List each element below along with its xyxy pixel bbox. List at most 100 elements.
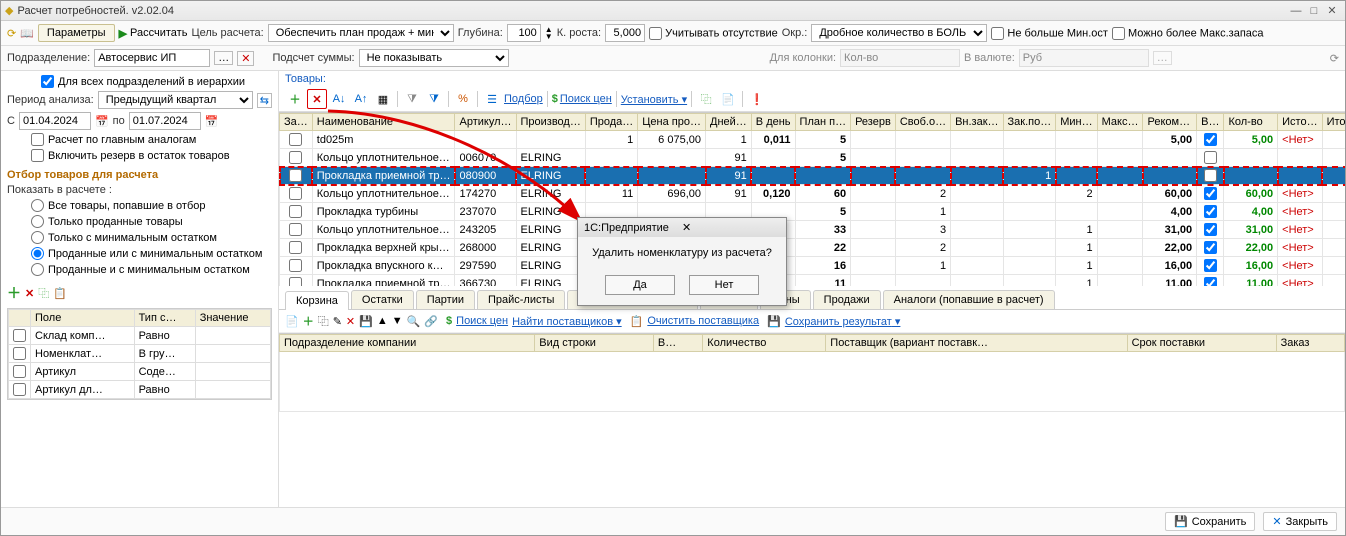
b-clear-supplier[interactable]: Очистить поставщика (647, 315, 759, 327)
calculate-button[interactable]: ▶ Рассчитать (119, 27, 188, 40)
grid-row[interactable]: Прокладка турбины237070ELRING514,004,00<… (280, 203, 1346, 221)
b-chain-icon[interactable]: 🔗 (424, 315, 438, 328)
install-dropdown[interactable]: Установить ▾ (621, 93, 687, 106)
grid-header[interactable]: Резерв (851, 114, 896, 131)
grid-header[interactable]: В день (751, 114, 795, 131)
tab-1[interactable]: Остатки (351, 290, 414, 309)
grid-header[interactable]: В… (1197, 114, 1224, 131)
depth-stepper[interactable]: ▲▼ (545, 26, 553, 40)
grid-header[interactable]: Артикул… (455, 114, 516, 131)
cart-header[interactable]: Вид строки (535, 335, 654, 352)
round-select[interactable]: Дробное количество в БОЛЬШУ (811, 24, 987, 42)
b-edit-icon[interactable]: ✎ (333, 315, 342, 328)
grid-header[interactable]: Производ… (516, 114, 585, 131)
close-button[interactable]: ✕ (1323, 4, 1341, 17)
b-save-icon[interactable]: 💾 (359, 315, 373, 328)
action-icon[interactable]: ⟳ (7, 27, 16, 40)
grid-header[interactable]: Кол-во (1224, 114, 1278, 131)
grid-header[interactable]: За… (280, 114, 313, 131)
filter-off-icon[interactable]: ⧩ (402, 89, 422, 109)
dialog-close-icon[interactable]: ✕ (682, 221, 780, 234)
goods-grid[interactable]: За…НаименованиеАртикул…Производ…Прода…Це… (279, 112, 1345, 286)
cart-header[interactable]: В… (653, 335, 702, 352)
radio-sold-and-min[interactable] (31, 263, 44, 276)
grid-row[interactable]: Прокладка приемной тр…366730ELRING11111,… (280, 275, 1346, 287)
cart-grid[interactable]: Подразделение компанииВид строкиВ…Количе… (279, 333, 1345, 507)
percent-icon[interactable]: % (453, 89, 473, 109)
b-add-icon[interactable]: ＋ (303, 313, 314, 329)
cart-header[interactable]: Подразделение компании (280, 335, 535, 352)
refresh-icon[interactable]: ⟳ (1330, 52, 1339, 65)
filter-row-check[interactable] (9, 345, 31, 363)
nomoremin-checkbox[interactable]: Не больше Мин.ост (991, 27, 1108, 40)
depth-input[interactable] (507, 24, 541, 42)
date-from-input[interactable] (19, 112, 91, 130)
radio-sold-or-min[interactable] (31, 247, 44, 260)
filter-on-icon[interactable]: ⧩ (424, 89, 444, 109)
grid-header[interactable]: Мин… (1056, 114, 1097, 131)
grid-row[interactable]: Кольцо уплотнительное…006070ELRING915 (280, 149, 1346, 167)
cart-header[interactable]: Заказ (1276, 335, 1344, 352)
list-icon[interactable]: ☰ (482, 89, 502, 109)
add-row-icon[interactable]: ＋ (285, 89, 305, 109)
unit-picker-button[interactable]: … (214, 51, 233, 65)
grid-header[interactable]: Вн.зак… (951, 114, 1003, 131)
filter-copy-icon[interactable]: ⿻ (38, 285, 49, 301)
b-new-icon[interactable]: 📄 (285, 315, 299, 328)
unit-clear-button[interactable]: ✕ (237, 51, 254, 66)
filter-field[interactable]: Артикул дл… (31, 381, 135, 399)
cart-header[interactable]: Количество (703, 335, 826, 352)
b-del-icon[interactable]: ✕ (346, 315, 355, 328)
grid-header[interactable]: Наименование (312, 114, 455, 131)
filter-field[interactable]: Артикул (31, 363, 135, 381)
dialog-yes-button[interactable]: Да (605, 275, 675, 295)
growth-input[interactable] (605, 24, 645, 42)
filter-value[interactable] (195, 327, 270, 345)
goal-select[interactable]: Обеспечить план продаж + мин.о (268, 24, 454, 42)
delete-row-icon[interactable]: ✕ (307, 89, 327, 109)
tab-7[interactable]: Продажи (813, 290, 881, 309)
unit-input[interactable] (94, 49, 210, 67)
date-to-input[interactable] (129, 112, 201, 130)
close-footer-button[interactable]: ✕ Закрыть (1263, 512, 1337, 531)
filter-add-icon[interactable]: ＋ (7, 283, 21, 303)
main-analog-checkbox[interactable] (31, 133, 44, 146)
filter-type[interactable]: Равно (134, 381, 195, 399)
filter-type[interactable]: В гру… (134, 345, 195, 363)
grid-header[interactable]: Дней… (706, 114, 752, 131)
grid-header[interactable]: Исто… (1278, 114, 1322, 131)
tab-8[interactable]: Аналоги (попавшие в расчет) (883, 290, 1055, 309)
grid-row[interactable]: Прокладка верхней кры…268000ELRING222122… (280, 239, 1346, 257)
filter-row-check[interactable] (9, 327, 31, 345)
dialog-no-button[interactable]: Нет (689, 275, 759, 295)
grid-header[interactable]: Макс… (1097, 114, 1143, 131)
date-to-picker-icon[interactable]: 📅 (205, 115, 219, 128)
filter-delete-icon[interactable]: ✕ (25, 287, 34, 300)
cart-header[interactable]: Поставщик (вариант поставк… (826, 335, 1127, 352)
params-button[interactable]: Параметры (38, 24, 115, 42)
grid-row[interactable]: td025m16 075,0010,01155,005,00<Нет>5 (280, 131, 1346, 149)
columns-icon[interactable]: ▦ (373, 89, 393, 109)
filter-row-check[interactable] (9, 381, 31, 399)
export-icon[interactable]: 📄 (718, 89, 738, 109)
moremax-checkbox[interactable]: Можно более Макс.запаса (1112, 27, 1264, 40)
save-button[interactable]: 💾 Сохранить (1165, 512, 1255, 531)
filter-value[interactable] (195, 381, 270, 399)
b-find-suppliers[interactable]: Найти поставщиков ▾ (512, 315, 622, 328)
include-reserve-checkbox[interactable] (31, 149, 44, 162)
filter-value[interactable] (195, 345, 270, 363)
cart-header[interactable]: Срок поставки (1127, 335, 1276, 352)
grid-header[interactable]: План п… (795, 114, 851, 131)
b-find-icon[interactable]: 🔍 (407, 315, 421, 328)
filter-row-check[interactable] (9, 363, 31, 381)
b-down-icon[interactable]: ▼ (392, 315, 403, 327)
filter-paste-icon[interactable]: 📋 (53, 287, 67, 300)
radio-sold[interactable] (31, 215, 44, 228)
grid-header[interactable]: Зак.по… (1003, 114, 1056, 131)
date-from-picker-icon[interactable]: 📅 (95, 115, 109, 128)
b-up-icon[interactable]: ▲ (377, 315, 388, 327)
tab-3[interactable]: Прайс-листы (477, 290, 565, 309)
tab-2[interactable]: Партии (416, 290, 475, 309)
sort-za-icon[interactable]: A↑ (351, 89, 371, 109)
filter-field[interactable]: Склад комп… (31, 327, 135, 345)
